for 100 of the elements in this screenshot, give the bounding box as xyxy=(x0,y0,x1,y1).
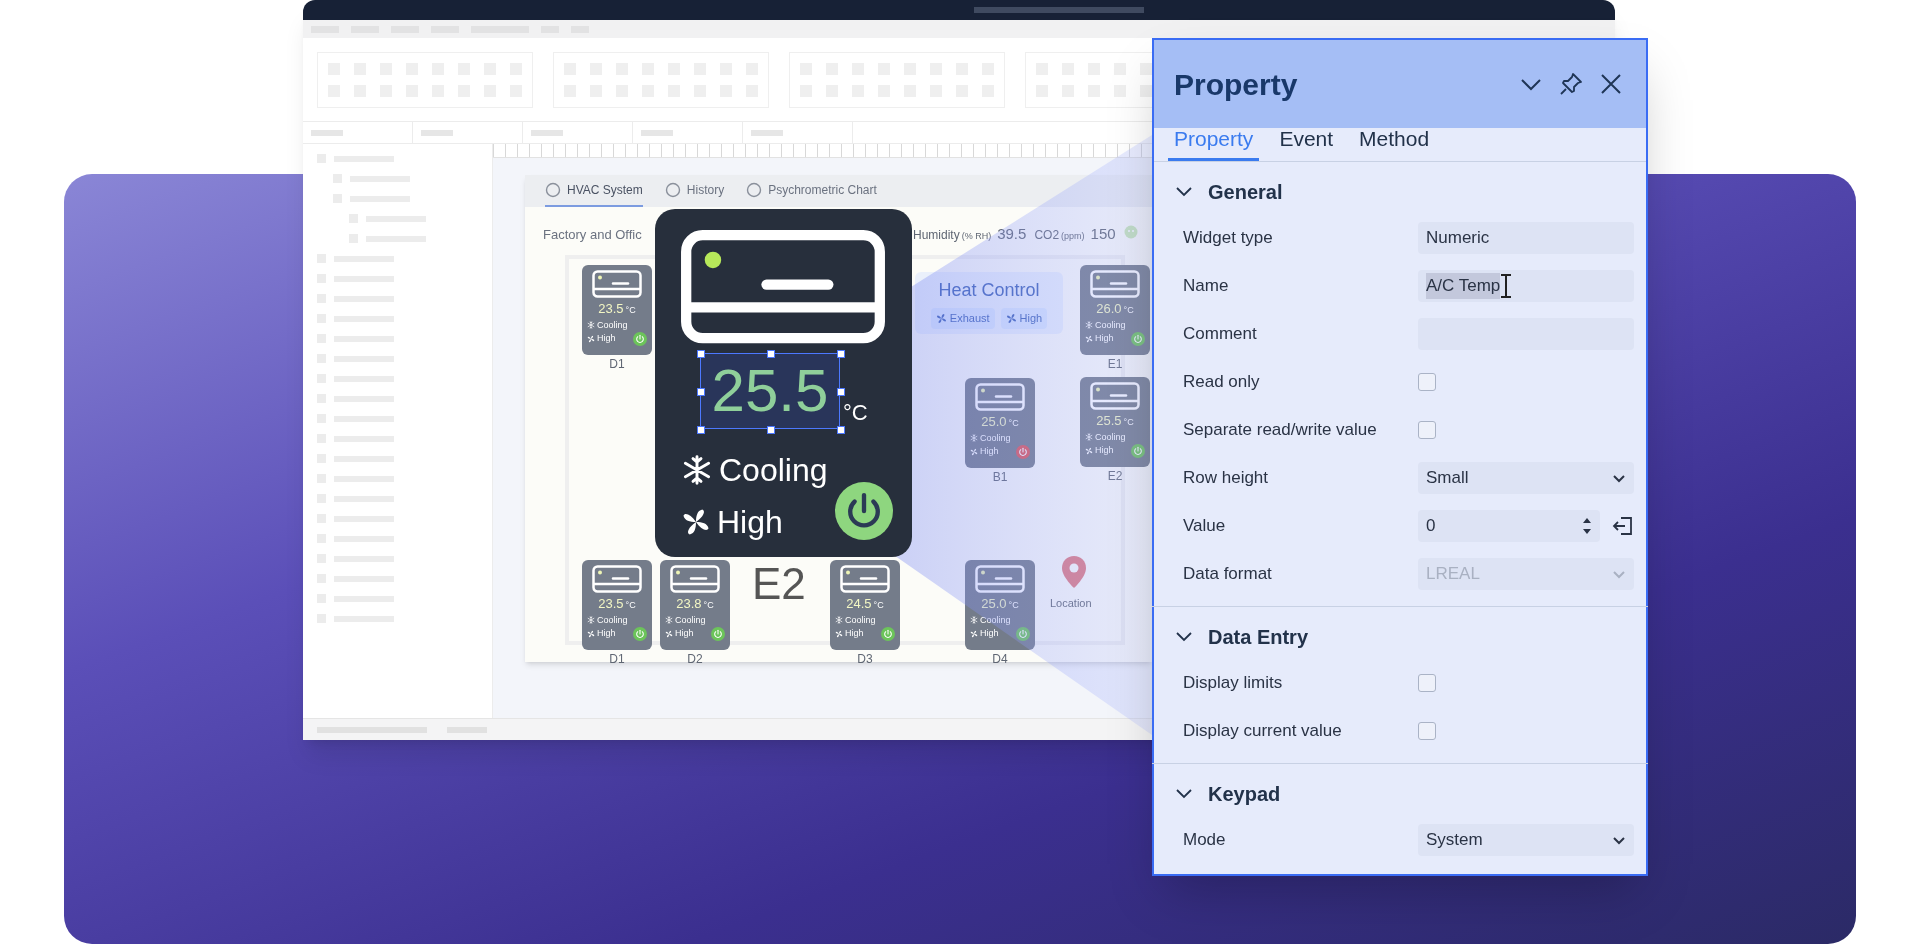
unit-fan-speed: High xyxy=(597,627,617,641)
power-button-icon[interactable] xyxy=(881,627,895,641)
resize-handle[interactable] xyxy=(767,350,775,358)
unit-fan-speed: High xyxy=(1095,444,1115,458)
fan-icon xyxy=(681,507,711,537)
field-label: Read only xyxy=(1183,371,1261,394)
air-conditioner-icon xyxy=(592,270,642,298)
snowflake-icon xyxy=(587,616,595,625)
page-tab[interactable]: Psychrometric Chart xyxy=(746,175,877,207)
text-cursor-icon xyxy=(1500,274,1513,298)
number-field[interactable]: 0 xyxy=(1418,510,1600,542)
page-tab[interactable]: HVAC System xyxy=(545,175,643,207)
unit-label: E2 xyxy=(1106,468,1124,485)
unit-fan-speed: High xyxy=(675,627,695,641)
power-button-icon[interactable] xyxy=(711,627,725,641)
fan-icon xyxy=(587,335,595,343)
text-field[interactable]: A/C Temp xyxy=(1418,270,1634,302)
unit-symbol: °C xyxy=(625,599,636,612)
resize-handle[interactable] xyxy=(697,426,705,434)
tab-icon xyxy=(664,182,681,198)
panel-title: Property xyxy=(1174,66,1299,103)
checkbox[interactable] xyxy=(1418,722,1436,740)
panel-tab[interactable]: Method xyxy=(1353,122,1436,161)
unit-symbol: °C xyxy=(1008,599,1019,612)
checkbox[interactable] xyxy=(1418,373,1436,391)
dropdown[interactable]: System xyxy=(1418,824,1634,856)
widget-name-label: E2 xyxy=(752,562,806,606)
import-icon[interactable] xyxy=(1612,515,1634,537)
unit-temperature: 25.5 xyxy=(1096,412,1122,430)
reading-unit: (ppm) xyxy=(1061,230,1085,243)
field-label: Widget type xyxy=(1183,227,1274,250)
unit-mode: Cooling xyxy=(597,613,628,627)
unit-temperature: 25.0 xyxy=(981,595,1007,613)
mode-label: Cooling xyxy=(719,451,828,490)
unit-fan-speed: High xyxy=(980,627,1000,641)
field-label: Display current value xyxy=(1183,720,1343,743)
skeleton-bar xyxy=(421,129,453,136)
field-label: Display limits xyxy=(1183,672,1284,695)
unit-label: E1 xyxy=(1106,356,1124,373)
field-label: Mode xyxy=(1183,829,1227,852)
power-button-icon[interactable] xyxy=(835,482,893,540)
power-button-icon[interactable] xyxy=(633,332,647,346)
snowflake-icon xyxy=(587,321,595,330)
unit-label: D3 xyxy=(856,651,874,668)
reading-label: CO2 xyxy=(1034,227,1060,244)
resize-handle[interactable] xyxy=(837,426,845,434)
reading-value: 39.5 xyxy=(997,224,1027,244)
skeleton-bar xyxy=(531,129,563,136)
skeleton-bar xyxy=(751,129,783,136)
tab-icon xyxy=(545,182,561,198)
unit-fan-speed: High xyxy=(845,627,865,641)
unit-symbol: °C xyxy=(1123,416,1134,429)
air-conditioner-icon xyxy=(840,565,890,593)
unit-label: D1 xyxy=(608,356,626,373)
fan-icon xyxy=(587,630,595,638)
checkbox[interactable] xyxy=(1418,674,1436,692)
snowflake-icon xyxy=(835,616,843,625)
air-conditioner-icon xyxy=(592,565,642,593)
snowflake-icon xyxy=(665,616,673,625)
unit-label: D2 xyxy=(686,651,704,668)
skeleton-bar xyxy=(641,129,673,136)
chip-label: Exhaust xyxy=(949,311,990,327)
section-header[interactable]: Data Entry xyxy=(1154,615,1646,659)
tab-icon xyxy=(746,182,763,198)
page-tab[interactable]: History xyxy=(664,175,725,207)
resize-handle[interactable] xyxy=(837,350,845,358)
reading-value: 150 xyxy=(1090,224,1116,244)
resize-handle[interactable] xyxy=(697,350,705,358)
unit-fan-speed: High xyxy=(980,445,1000,459)
resize-handle[interactable] xyxy=(837,388,845,396)
fan-icon xyxy=(835,630,843,638)
chip-label: High xyxy=(1019,311,1043,327)
unit-temperature: 25.0 xyxy=(981,413,1007,431)
snowflake-icon xyxy=(681,454,713,486)
unit-symbol: °C xyxy=(703,599,714,612)
unit-mode: Cooling xyxy=(1095,318,1126,332)
field-label: Data format xyxy=(1183,563,1273,586)
unit-label: D4 xyxy=(991,651,1009,668)
air-conditioner-icon xyxy=(680,229,886,345)
resize-handle[interactable] xyxy=(767,426,775,434)
unit-label: B1 xyxy=(991,469,1009,486)
snowflake-icon xyxy=(970,616,978,625)
reading-label: Humidity xyxy=(913,227,960,244)
section-header[interactable]: General xyxy=(1154,170,1646,214)
unit-temperature: 23.8 xyxy=(676,595,702,613)
unit-symbol: °C xyxy=(1008,417,1019,430)
text-field[interactable]: Numeric xyxy=(1418,222,1634,254)
dropdown[interactable]: Small xyxy=(1418,462,1634,494)
panel-tab[interactable]: Event xyxy=(1273,122,1340,161)
fan-icon xyxy=(665,630,673,638)
temperature-unit: °C xyxy=(843,399,868,427)
power-button-icon[interactable] xyxy=(633,627,647,641)
section-header[interactable]: Keypad xyxy=(1154,772,1646,816)
unit-label: D1 xyxy=(608,651,626,668)
resize-handle[interactable] xyxy=(697,388,705,396)
skeleton-bar xyxy=(311,129,343,136)
unit-symbol: °C xyxy=(873,599,884,612)
close-icon xyxy=(1599,72,1623,96)
checkbox[interactable] xyxy=(1418,421,1436,439)
field-label: Row height xyxy=(1183,467,1270,490)
